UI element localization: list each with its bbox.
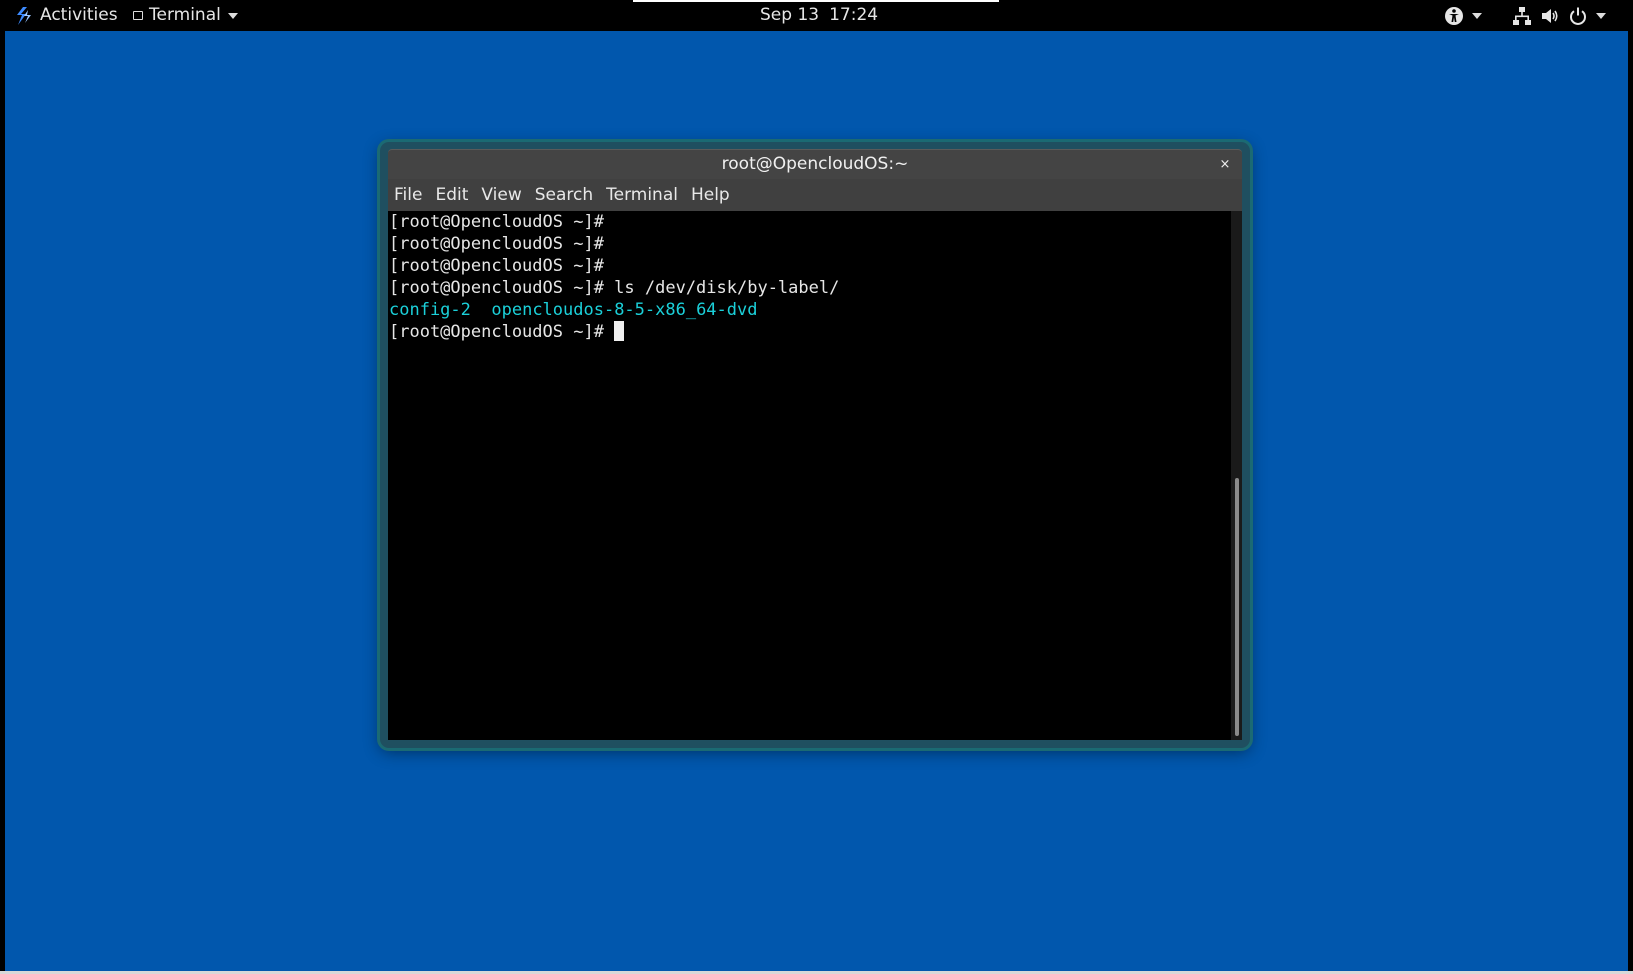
volume-icon <box>1542 8 1558 23</box>
terminal-line: [root@OpencloudOS ~]# <box>388 255 1231 277</box>
clock[interactable]: Sep 13 17:24 <box>760 0 878 31</box>
accessibility-menu[interactable] <box>1444 0 1482 31</box>
clock-date: Sep 13 <box>760 5 820 25</box>
activities-button[interactable]: Activities <box>14 0 118 31</box>
clock-time: 17:24 <box>829 5 879 25</box>
label-config-2: config-2 <box>389 300 471 320</box>
close-icon: × <box>1219 157 1231 172</box>
menu-terminal[interactable]: Terminal <box>600 185 684 205</box>
scrollbar[interactable] <box>1231 211 1242 740</box>
chevron-down-icon <box>227 12 238 19</box>
terminal-current-line: [root@OpencloudOS ~]# <box>388 321 1231 343</box>
chevron-down-icon <box>1472 12 1482 19</box>
terminal-line: [root@OpencloudOS ~]# ls /dev/disk/by-la… <box>388 277 1231 299</box>
prompt: [root@OpencloudOS ~]# <box>389 278 604 298</box>
window-titlebar[interactable]: root@OpencloudOS:~ × <box>388 149 1242 179</box>
network-icon <box>1513 6 1531 25</box>
accessibility-icon <box>1445 6 1463 25</box>
text-cursor <box>614 321 625 341</box>
power-icon <box>1570 7 1586 25</box>
top-bar: Activities Terminal Sep 13 17:24 <box>0 0 1633 31</box>
system-menu[interactable] <box>1512 0 1606 31</box>
opencloudos-logo-icon <box>17 6 31 25</box>
menu-help[interactable]: Help <box>685 185 736 205</box>
menu-view[interactable]: View <box>475 185 527 205</box>
screen: Activities Terminal Sep 13 17:24 root@Op… <box>0 0 1633 974</box>
window-icon <box>133 11 143 20</box>
terminal-line: [root@OpencloudOS ~]# <box>388 211 1231 233</box>
terminal-window[interactable]: root@OpencloudOS:~ × File Edit View Sear… <box>380 142 1250 748</box>
menu-search[interactable]: Search <box>529 185 599 205</box>
terminal-output[interactable]: [root@OpencloudOS ~]# [root@OpencloudOS … <box>388 211 1231 740</box>
menu-file[interactable]: File <box>388 185 428 205</box>
label-opencloudos-dvd: opencloudos-8-5-x86_64-dvd <box>491 300 758 320</box>
close-button[interactable]: × <box>1216 150 1234 179</box>
terminal-line: [root@OpencloudOS ~]# <box>388 233 1231 255</box>
prompt: [root@OpencloudOS ~]# <box>389 234 604 254</box>
app-menu-terminal[interactable]: Terminal <box>133 0 238 31</box>
app-menu-label: Terminal <box>149 5 221 25</box>
prompt: [root@OpencloudOS ~]# <box>389 322 615 342</box>
terminal-menubar: File Edit View Search Terminal Help <box>388 179 1242 211</box>
menu-edit[interactable]: Edit <box>429 185 474 205</box>
prompt: [root@OpencloudOS ~]# <box>389 212 604 232</box>
terminal-output-line: config-2 opencloudos-8-5-x86_64-dvd <box>388 299 1231 321</box>
prompt: [root@OpencloudOS ~]# <box>389 256 604 276</box>
activities-label: Activities <box>40 5 118 25</box>
window-title: root@OpencloudOS:~ <box>721 154 909 174</box>
chevron-down-icon <box>1596 12 1606 19</box>
scrollbar-thumb[interactable] <box>1235 478 1239 736</box>
command: ls /dev/disk/by-label/ <box>603 278 840 298</box>
